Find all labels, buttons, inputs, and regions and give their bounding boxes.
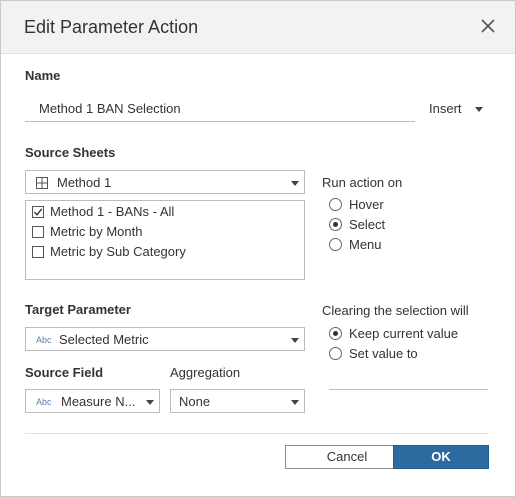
source-sheets-select[interactable]: Method 1 xyxy=(25,170,305,194)
checkbox[interactable] xyxy=(32,206,44,218)
radio-button[interactable] xyxy=(329,327,342,340)
worksheet-grid-icon xyxy=(36,176,48,194)
aggregation-value: None xyxy=(179,394,211,409)
radio-button[interactable] xyxy=(329,347,342,360)
ok-button[interactable]: OK xyxy=(393,445,489,469)
set-value-input[interactable] xyxy=(329,389,488,390)
cancel-button[interactable]: Cancel xyxy=(285,445,409,469)
checkbox[interactable] xyxy=(32,246,44,258)
title-bar: Edit Parameter Action xyxy=(1,1,515,54)
source-field-label: Source Field xyxy=(25,365,104,380)
run-action-label: Run action on xyxy=(322,175,403,190)
clearing-label: Clearing the selection will xyxy=(322,303,469,318)
aggregation-label: Aggregation xyxy=(170,365,241,380)
source-field-select[interactable]: Abc Measure N... xyxy=(25,389,160,413)
source-sheets-label: Source Sheets xyxy=(25,145,116,160)
insert-dropdown[interactable]: Insert xyxy=(429,101,462,116)
name-label: Name xyxy=(25,68,61,83)
radio-label: Menu xyxy=(349,237,382,252)
footer-divider xyxy=(25,433,489,434)
aggregation-select[interactable]: None xyxy=(170,389,305,413)
name-input[interactable] xyxy=(25,96,415,122)
radio-label: Select xyxy=(349,217,386,232)
chevron-down-icon xyxy=(146,400,154,405)
string-type-icon: Abc xyxy=(36,335,52,345)
checkbox[interactable] xyxy=(32,226,44,238)
source-sheets-value: Method 1 xyxy=(57,175,112,190)
string-type-icon: Abc xyxy=(36,397,52,407)
insert-chevron-down-icon[interactable] xyxy=(475,107,483,112)
sheet-item-label: Method 1 - BANs - All xyxy=(50,204,175,219)
sheet-item-label: Metric by Sub Category xyxy=(50,244,186,259)
close-icon[interactable] xyxy=(477,15,499,37)
sheet-item-label: Metric by Month xyxy=(50,224,143,239)
radio-button[interactable] xyxy=(329,238,342,251)
source-field-value: Measure N... xyxy=(61,394,136,409)
radio-label: Set value to xyxy=(349,346,418,361)
radio-button[interactable] xyxy=(329,218,342,231)
radio-button[interactable] xyxy=(329,198,342,211)
radio-label: Keep current value xyxy=(349,326,459,341)
chevron-down-icon xyxy=(291,181,299,186)
target-parameter-select[interactable]: Abc Selected Metric xyxy=(25,327,305,351)
source-sheets-list: Method 1 - BANs - All Metric by Month Me… xyxy=(25,200,305,280)
target-parameter-label: Target Parameter xyxy=(25,302,131,317)
dialog-title: Edit Parameter Action xyxy=(24,17,199,37)
radio-label: Hover xyxy=(349,197,384,212)
chevron-down-icon xyxy=(291,338,299,343)
target-parameter-value: Selected Metric xyxy=(59,332,149,347)
edit-parameter-action-dialog: Edit Parameter Action Name Insert Source… xyxy=(0,0,516,497)
chevron-down-icon xyxy=(291,400,299,405)
insert-label: Insert xyxy=(429,101,462,116)
